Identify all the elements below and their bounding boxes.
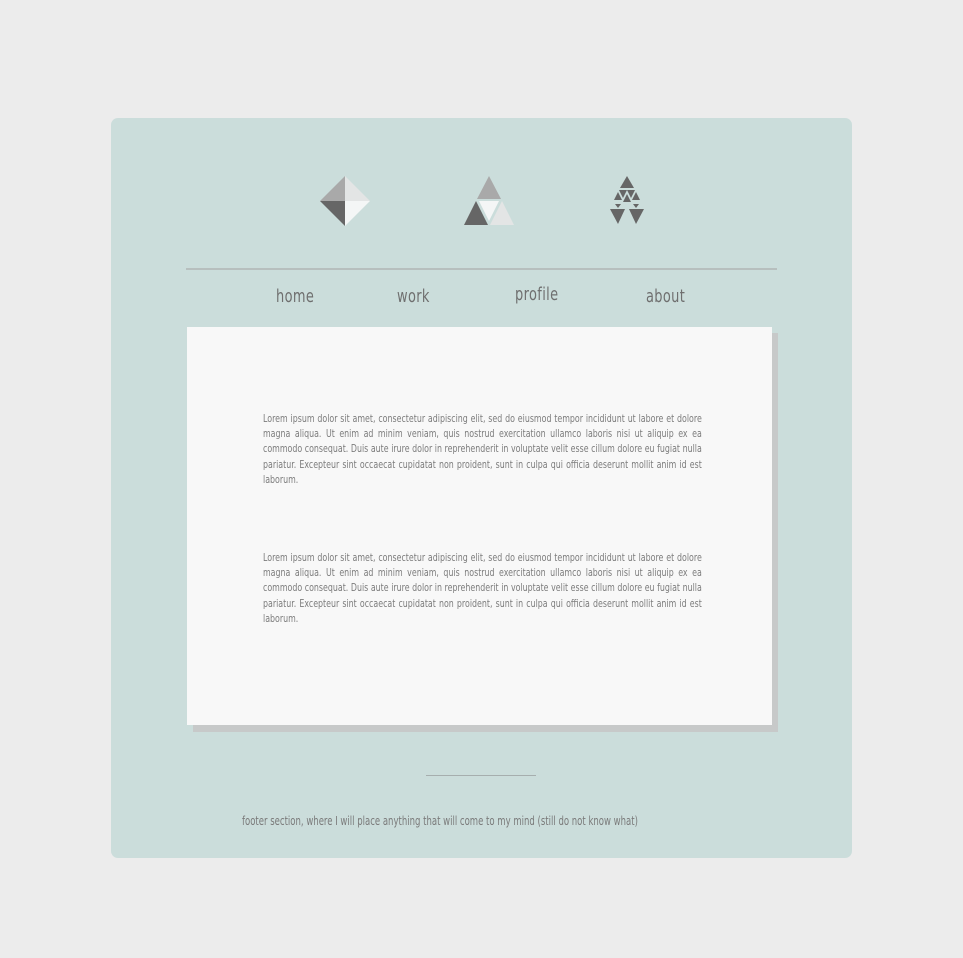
content-paragraph: Lorem ipsum dolor sit amet, consectetur … xyxy=(263,412,702,486)
main-nav: home work profile about xyxy=(111,278,852,320)
header-divider xyxy=(186,268,777,270)
page: home work profile about Lorem ipsum dolo… xyxy=(0,0,963,958)
footer-text: footer section, where I will place anyth… xyxy=(242,814,638,828)
diamond-shaded-icon[interactable] xyxy=(320,176,370,226)
triangle-split-icon[interactable] xyxy=(464,176,514,226)
footer-divider xyxy=(426,775,536,776)
content-paragraph: Lorem ipsum dolor sit amet, consectetur … xyxy=(263,551,702,625)
nav-item-profile[interactable]: profile xyxy=(515,284,558,305)
nav-item-about[interactable]: about xyxy=(646,286,685,307)
nav-item-work[interactable]: work xyxy=(397,286,430,307)
triangle-mosaic-icon[interactable] xyxy=(609,176,645,226)
site-card: home work profile about Lorem ipsum dolo… xyxy=(111,118,852,858)
nav-item-home[interactable]: home xyxy=(276,286,314,307)
content-panel: Lorem ipsum dolor sit amet, consectetur … xyxy=(187,327,772,725)
